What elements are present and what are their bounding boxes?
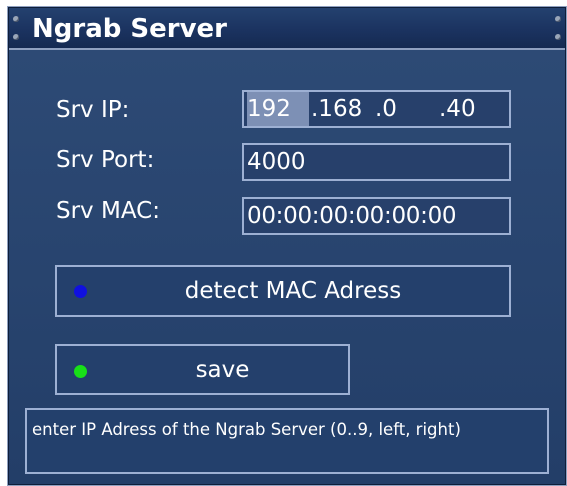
title-bar: Ngrab Server — [9, 8, 565, 50]
srv-ip-label: Srv IP: — [56, 97, 130, 123]
screw-icon — [555, 16, 561, 22]
ip-octet-2[interactable]: .168 — [311, 92, 371, 126]
save-label: save — [195, 357, 250, 383]
help-text-box: enter IP Adress of the Ngrab Server (0..… — [25, 408, 549, 474]
detect-mac-label: detect MAC Adress — [184, 278, 402, 304]
ip-octet-3[interactable]: .0 — [375, 92, 425, 126]
ip-octet-1[interactable]: 192 — [247, 92, 309, 126]
srv-port-label: Srv Port: — [56, 147, 155, 173]
save-button[interactable]: save — [55, 344, 350, 395]
screw-icon — [13, 16, 19, 22]
srv-mac-label: Srv MAC: — [56, 198, 160, 224]
screw-icon — [13, 34, 19, 40]
ip-octet-4[interactable]: .40 — [439, 92, 499, 126]
srv-port-field[interactable]: 4000 — [242, 143, 511, 181]
srv-ip-field[interactable]: 192 .168 .0 .40 — [242, 90, 511, 128]
detect-mac-button[interactable]: detect MAC Adress — [55, 265, 511, 317]
srv-mac-field[interactable]: 00:00:00:00:00:00 — [242, 197, 511, 235]
window-title: Ngrab Server — [32, 14, 227, 44]
screw-icon — [555, 34, 561, 40]
